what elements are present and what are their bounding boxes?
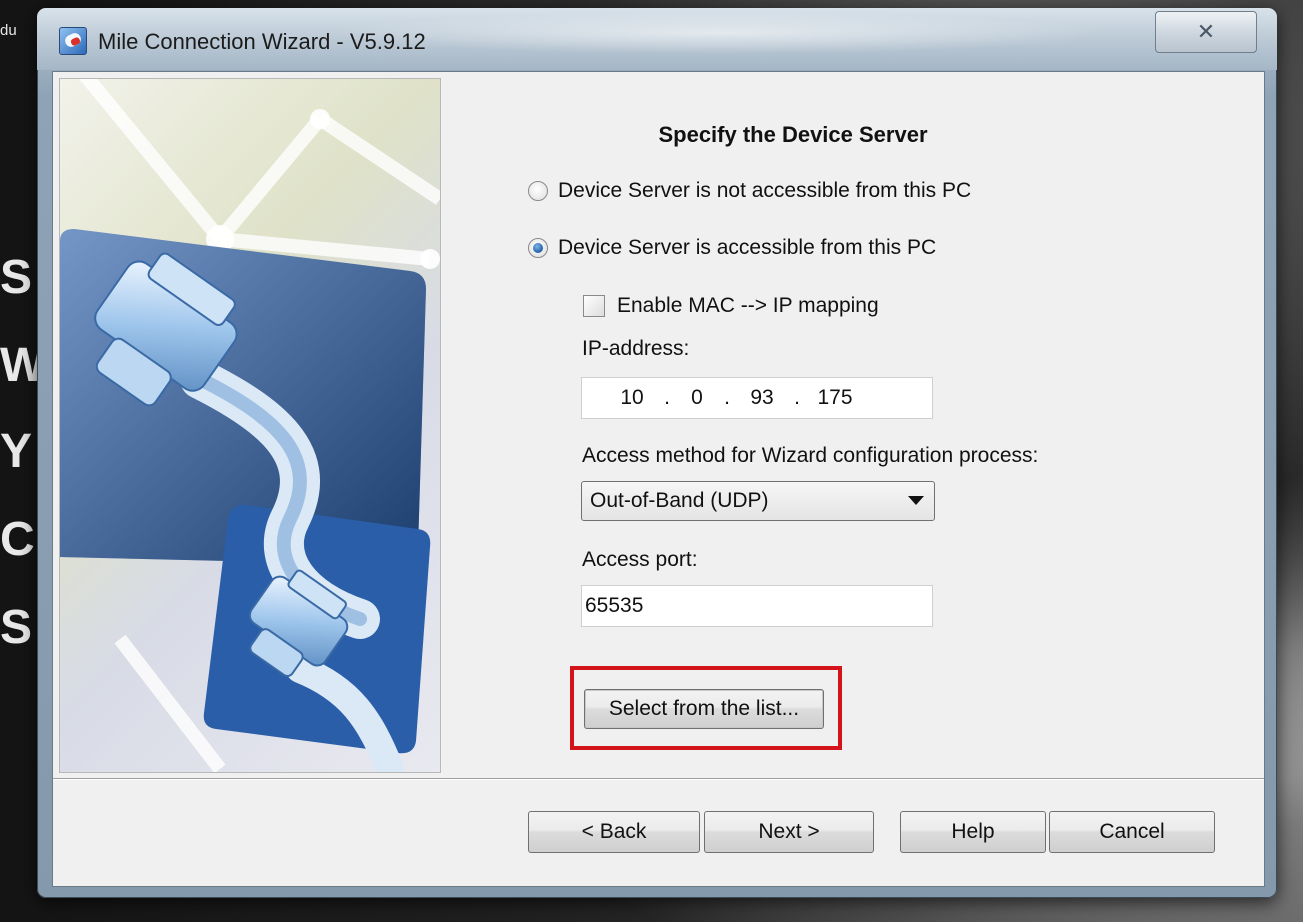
wizard-side-image bbox=[59, 78, 441, 773]
window-title: Mile Connection Wizard - V5.9.12 bbox=[98, 29, 426, 54]
ip-octet-4[interactable]: 175 bbox=[812, 386, 858, 410]
radio-button-selected[interactable] bbox=[528, 238, 548, 258]
radio-label: Device Server is accessible from this PC bbox=[558, 236, 937, 259]
close-button[interactable]: ✕ bbox=[1155, 11, 1257, 53]
access-method-select[interactable]: Out-of-Band (UDP) bbox=[581, 481, 935, 521]
ip-octet-1[interactable]: 10 bbox=[612, 386, 652, 410]
radio-not-accessible[interactable]: Device Server is not accessible from thi… bbox=[528, 179, 971, 203]
wizard-window: Mile Connection Wizard - V5.9.12 ✕ Speci… bbox=[37, 8, 1277, 898]
ip-address-label: IP-address: bbox=[582, 337, 690, 360]
access-port-label: Access port: bbox=[582, 548, 698, 571]
back-button[interactable]: < Back bbox=[528, 811, 700, 853]
enable-mac-mapping-checkbox-row[interactable]: Enable MAC --> IP mapping bbox=[583, 294, 879, 318]
ip-octet-3[interactable]: 93 bbox=[742, 386, 782, 410]
background-letter: C bbox=[0, 513, 35, 566]
chevron-down-icon[interactable] bbox=[908, 496, 924, 505]
title-bar[interactable]: Mile Connection Wizard - V5.9.12 ✕ bbox=[37, 8, 1277, 70]
background-text-du: du bbox=[0, 22, 17, 39]
background-letter: Y bbox=[0, 425, 33, 478]
close-icon: ✕ bbox=[1196, 19, 1216, 44]
footer-separator bbox=[53, 778, 1264, 780]
connector-illustration bbox=[60, 79, 440, 772]
access-port-value: 65535 bbox=[585, 594, 644, 617]
background-letter: S bbox=[0, 251, 33, 304]
help-button[interactable]: Help bbox=[900, 811, 1046, 853]
app-icon bbox=[59, 27, 87, 55]
background-letter: S bbox=[0, 601, 33, 654]
radio-accessible[interactable]: Device Server is accessible from this PC bbox=[528, 236, 936, 260]
access-port-field[interactable]: 65535 bbox=[581, 585, 933, 627]
cancel-button[interactable]: Cancel bbox=[1049, 811, 1215, 853]
ip-address-field[interactable]: 10 . 0 . 93 . 175 bbox=[581, 377, 933, 419]
access-method-value: Out-of-Band (UDP) bbox=[590, 489, 769, 512]
ip-separator: . bbox=[664, 386, 670, 409]
radio-label: Device Server is not accessible from thi… bbox=[558, 179, 972, 202]
ip-separator: . bbox=[724, 386, 730, 409]
wizard-client-area: Specify the Device Server Device Server … bbox=[52, 71, 1265, 887]
next-button[interactable]: Next > bbox=[704, 811, 874, 853]
select-from-list-button[interactable]: Select from the list... bbox=[584, 689, 824, 729]
ip-octet-2[interactable]: 0 bbox=[682, 386, 712, 410]
access-method-label: Access method for Wizard configuration p… bbox=[582, 444, 1039, 467]
ip-separator: . bbox=[794, 386, 800, 409]
enable-mac-mapping-label: Enable MAC --> IP mapping bbox=[617, 294, 879, 317]
enable-mac-mapping-checkbox[interactable] bbox=[583, 295, 605, 317]
page-heading: Specify the Device Server bbox=[658, 122, 928, 147]
radio-button[interactable] bbox=[528, 181, 548, 201]
